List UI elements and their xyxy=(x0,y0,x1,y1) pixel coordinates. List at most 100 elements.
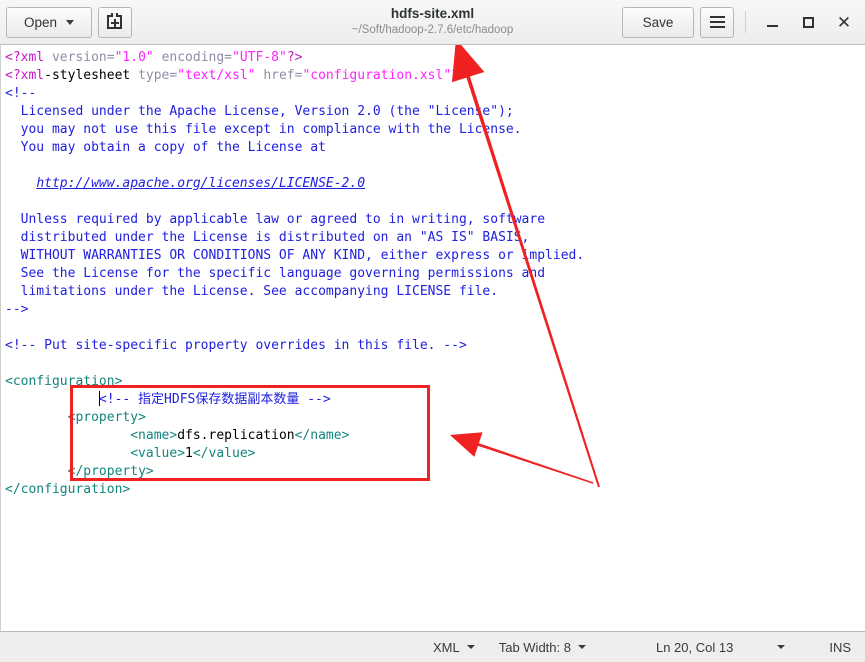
code-token: <?xml xyxy=(5,68,45,83)
minimize-icon xyxy=(766,25,778,27)
code-token: "1.0" xyxy=(114,50,154,65)
save-as-icon xyxy=(107,13,123,30)
maximize-button[interactable] xyxy=(793,7,823,37)
code-line: ​ xyxy=(5,355,865,373)
code-token: <!-- Put site-specific property override… xyxy=(5,338,467,353)
menu-button[interactable] xyxy=(700,6,734,38)
code-token: Licensed under the Apache License, Versi… xyxy=(5,104,514,119)
code-token: See the License for the specific languag… xyxy=(5,266,546,281)
window-subtitle-path: ~/Soft/hadoop-2.7.6/etc/hadoop xyxy=(351,24,514,36)
language-label: XML xyxy=(432,639,460,655)
code-token: you may not use this file except in comp… xyxy=(5,122,522,137)
code-line: you may not use this file except in comp… xyxy=(5,121,865,139)
chevron-down-icon xyxy=(577,645,586,649)
chevron-down-icon xyxy=(466,645,475,649)
save-button-label: Save xyxy=(642,14,674,30)
close-icon: ✕ xyxy=(836,12,852,32)
code-line: <!-- Put site-specific property override… xyxy=(5,337,865,355)
cursor-position: Ln 20, Col 13 xyxy=(598,640,743,655)
code-token: Unless required by applicable law or agr… xyxy=(5,212,546,227)
code-token: version= xyxy=(51,50,115,65)
header-left-controls: Open xyxy=(6,6,132,38)
code-token: 1 xyxy=(185,446,193,461)
code-line: <!-- 指定HDFS保存数据副本数量 --> xyxy=(5,391,865,409)
code-line: http://www.apache.org/licenses/LICENSE-2… xyxy=(5,175,865,193)
save-button[interactable]: Save xyxy=(622,6,694,38)
code-line: </property> xyxy=(5,463,865,481)
code-line: <!-- xyxy=(5,85,865,103)
code-token: <property> xyxy=(67,410,146,425)
code-line: ​ xyxy=(5,157,865,175)
code-token: ?> xyxy=(286,50,303,65)
code-line: </configuration> xyxy=(5,481,865,499)
code-line: <configuration> xyxy=(5,373,865,391)
code-token: <!-- xyxy=(5,86,37,101)
save-as-button[interactable] xyxy=(98,6,132,38)
code-token: encoding= xyxy=(161,50,233,65)
code-line: Licensed under the Apache License, Versi… xyxy=(5,103,865,121)
code-token: <value> xyxy=(130,446,186,461)
code-line: <?xml-stylesheet type="text/xsl" href="c… xyxy=(5,67,865,85)
open-button[interactable]: Open xyxy=(6,6,92,38)
code-line: --> xyxy=(5,301,865,319)
code-token: </configuration> xyxy=(5,482,131,497)
code-token: <?xml xyxy=(5,50,45,65)
code-line: <property> xyxy=(5,409,865,427)
tab-width-label: Tab Width: 8 xyxy=(498,639,571,655)
header-right-controls: Save ✕ xyxy=(622,6,859,38)
insert-mode-label: INS xyxy=(829,639,851,655)
code-token: limitations under the License. See accom… xyxy=(5,284,499,299)
hamburger-menu-icon xyxy=(709,16,725,28)
code-line: <value>1</value> xyxy=(5,445,865,463)
insert-mode-indicator: INS xyxy=(819,640,851,655)
tab-width-selector[interactable]: Tab Width: 8 xyxy=(487,640,598,655)
code-token: WITHOUT WARRANTIES OR CONDITIONS OF ANY … xyxy=(5,248,585,263)
code-token: </value> xyxy=(192,446,256,461)
code-token: -stylesheet xyxy=(44,68,131,83)
header-separator xyxy=(745,11,746,33)
code-line: ​ xyxy=(5,193,865,211)
code-token: href= xyxy=(263,68,303,83)
open-button-label: Open xyxy=(23,14,58,30)
code-token: type= xyxy=(138,68,178,83)
window-title: hdfs-site.xml xyxy=(390,6,475,21)
editor-area[interactable]: <?xml version="1.0" encoding="UTF-8"?> <?… xyxy=(0,45,865,631)
chevron-down-icon xyxy=(66,19,75,25)
code-token: "UTF-8" xyxy=(232,50,287,65)
code-line: limitations under the License. See accom… xyxy=(5,283,865,301)
code-line: See the License for the specific languag… xyxy=(5,265,865,283)
code-token: <!-- 指定HDFS保存数据副本数量 --> xyxy=(98,392,331,407)
code-token: --> xyxy=(5,302,29,317)
gedit-window: Open hdfs-site.xml ~/Soft/hadoop-2.7.6/e… xyxy=(0,0,865,662)
maximize-icon xyxy=(802,16,814,28)
code-token: http://www.apache.org/licenses/LICENSE-2… xyxy=(36,176,366,191)
code-token: <configuration> xyxy=(5,374,123,389)
code-line: distributed under the License is distrib… xyxy=(5,229,865,247)
code-line: Unless required by applicable law or agr… xyxy=(5,211,865,229)
code-token: ?> xyxy=(451,68,467,83)
code-token: "text/xsl" xyxy=(177,68,256,83)
language-selector[interactable]: XML xyxy=(421,640,487,655)
position-dropdown[interactable] xyxy=(743,645,819,649)
code-line: ​ xyxy=(5,319,865,337)
status-bar: XML Tab Width: 8 Ln 20, Col 13 INS xyxy=(0,631,865,662)
code-text[interactable]: <?xml version="1.0" encoding="UTF-8"?> <?… xyxy=(1,45,865,499)
close-button[interactable]: ✕ xyxy=(829,7,859,37)
code-token: </name> xyxy=(294,428,350,443)
code-token: <name> xyxy=(130,428,178,443)
code-line: <?xml version="1.0" encoding="UTF-8"?> xyxy=(5,49,865,67)
code-line: WITHOUT WARRANTIES OR CONDITIONS OF ANY … xyxy=(5,247,865,265)
code-line: <name>dfs.replication</name> xyxy=(5,427,865,445)
code-token: You may obtain a copy of the License at xyxy=(5,140,326,155)
minimize-button[interactable] xyxy=(757,7,787,37)
header-bar: Open hdfs-site.xml ~/Soft/hadoop-2.7.6/e… xyxy=(0,0,865,45)
cursor-position-label: Ln 20, Col 13 xyxy=(655,639,734,655)
